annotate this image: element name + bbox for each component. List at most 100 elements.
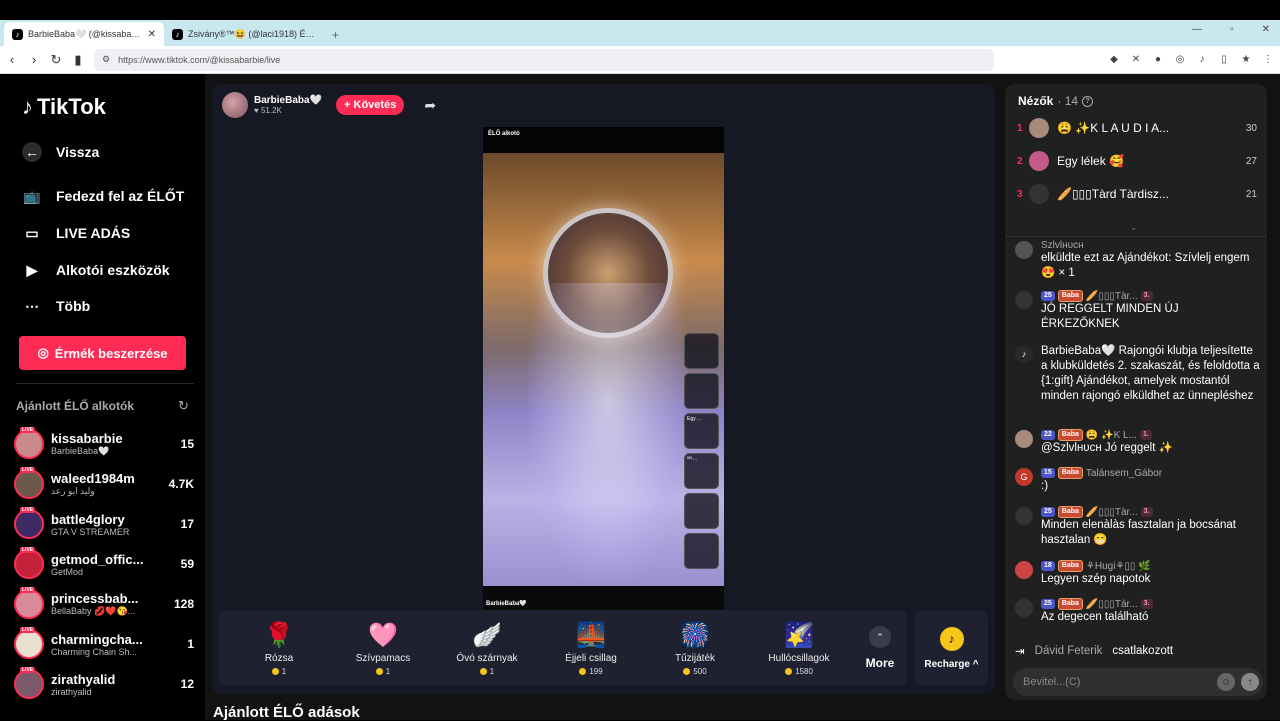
tab-close-icon[interactable]: ✕ bbox=[148, 29, 156, 40]
back-arrow-icon[interactable]: ‹ bbox=[6, 52, 18, 67]
chat-username[interactable]: ⚘Hugi⚘▯▯ 🌿 bbox=[1086, 561, 1151, 572]
host-header: BarbieBaba🤍 ♥ 51.2K + Követés ➦ bbox=[222, 92, 436, 118]
top-viewer[interactable]: 3 🥖▯▯▯Tàrd Tàrdisz... 21 bbox=[1017, 182, 1257, 206]
gift-item[interactable]: 🌹 Rózsa 1 bbox=[227, 620, 331, 677]
minimize-icon[interactable]: — bbox=[1192, 24, 1202, 35]
back-button[interactable]: ← Vissza bbox=[22, 142, 99, 162]
chat-username[interactable]: Szlvlнυcн bbox=[1041, 240, 1260, 251]
chat-input[interactable]: Bevitel...(C) ☺ ↑ bbox=[1013, 668, 1263, 696]
gift-price-value: 1580 bbox=[795, 667, 813, 676]
joined-username[interactable]: Dávid Feterik bbox=[1035, 645, 1103, 657]
avatar: LIVE bbox=[14, 667, 44, 699]
nav-label: Fedezd fel az ÉLŐT bbox=[56, 188, 185, 204]
nav-explore-live[interactable]: 📺 Fedezd fel az ÉLŐT bbox=[22, 186, 184, 206]
gift-name: Rózsa bbox=[264, 653, 294, 664]
mini-gift-card[interactable] bbox=[684, 373, 719, 409]
chat-panel: Nézők · 14 ? 1 😩 ✨K L A U D I A... 30 2 … bbox=[1005, 84, 1267, 700]
expand-chevron-icon[interactable]: ⌄ bbox=[1130, 222, 1138, 233]
gift-item[interactable]: 🩷 Szívpamacs 1 bbox=[331, 620, 435, 677]
chat-text: BarbieBaba🤍 Rajongói klubja teljesítette… bbox=[1041, 345, 1260, 402]
site-settings-icon[interactable]: ⚙ bbox=[102, 54, 110, 65]
browser-tab-active[interactable]: ♪ BarbieBaba🤍 (@kissabarbie ✕ bbox=[4, 22, 164, 46]
avatar bbox=[1015, 561, 1033, 579]
extension-icon[interactable]: ● bbox=[1152, 54, 1164, 65]
address-toolbar: ‹ › ↻ ▮ ⚙ https://www.tiktok.com/@kissab… bbox=[0, 46, 1280, 74]
mini-gift-card[interactable] bbox=[684, 533, 719, 569]
chat-message: 25 Baba 🥖▯▯▯Tàr... 3. Minden elenàlàs fa… bbox=[1015, 506, 1260, 548]
recommended-creator[interactable]: LIVE kissabarbie BarbieBaba🤍 15 bbox=[14, 426, 194, 462]
address-bar[interactable]: ⚙ https://www.tiktok.com/@kissabarbie/li… bbox=[94, 48, 994, 71]
info-icon[interactable]: ? bbox=[1082, 95, 1094, 107]
fireworks-gift-icon: 🎆 bbox=[680, 621, 710, 649]
get-coins-button[interactable]: ◎ Érmék beszerzése bbox=[19, 336, 186, 370]
coin-icon bbox=[271, 668, 279, 675]
chat-input-placeholder: Bevitel...(C) bbox=[1023, 676, 1081, 688]
chat-message: 25 Baba 🥖▯▯▯Tàr... 3. Az degecen találha… bbox=[1015, 598, 1260, 625]
extension-icon[interactable]: ◆ bbox=[1108, 54, 1120, 65]
viewer-score: 27 bbox=[1245, 155, 1257, 167]
top-viewer[interactable]: 1 😩 ✨K L A U D I A... 30 bbox=[1017, 116, 1257, 140]
nav-creator-tools[interactable]: ▶ Alkotói eszközök bbox=[22, 260, 170, 280]
emoji-icon[interactable]: ☺ bbox=[1217, 673, 1235, 691]
mini-gift-card[interactable] bbox=[684, 493, 719, 529]
live-stream-area: BarbieBaba🤍 ♥ 51.2K + Követés ➦ ÉLŐ alko… bbox=[212, 84, 995, 694]
chat-username[interactable]: Talánsem_Gábor bbox=[1086, 468, 1162, 479]
new-tab-button[interactable]: + bbox=[324, 28, 347, 46]
menu-icon[interactable]: ⋮ bbox=[1262, 54, 1274, 65]
chat-text: Minden elenàlàs fasztalan ja bocsánat ha… bbox=[1041, 519, 1236, 546]
recommended-creator[interactable]: LIVE waleed1984m وليد ابو رعد 4.7K bbox=[14, 466, 194, 502]
viewers-header[interactable]: Nézők · 14 ? bbox=[1018, 94, 1094, 108]
close-window-icon[interactable]: ✕ bbox=[1262, 24, 1270, 35]
mini-gift-card[interactable]: Egy ... bbox=[684, 413, 719, 449]
host-avatar[interactable] bbox=[222, 92, 248, 118]
extension-icon[interactable]: ▯ bbox=[1218, 54, 1230, 65]
gift-name: Szívpamacs bbox=[355, 653, 411, 664]
forward-arrow-icon[interactable]: › bbox=[28, 52, 40, 67]
chat-message: G 15 Baba Talánsem_Gábor :) bbox=[1015, 467, 1260, 494]
avatar bbox=[1015, 241, 1033, 259]
chat-username[interactable]: 🥖▯▯▯Tàr... bbox=[1086, 599, 1138, 610]
viewer-name: 🥖▯▯▯Tàrd Tàrdisz... bbox=[1057, 187, 1169, 201]
follow-button[interactable]: + Követés bbox=[336, 95, 405, 115]
gift-item[interactable]: 🪽 Óvó szárnyak 1 bbox=[435, 620, 539, 677]
more-gifts-button[interactable]: ⌃ More bbox=[855, 626, 905, 670]
send-arrow-icon[interactable]: ↑ bbox=[1241, 673, 1259, 691]
extension-icon[interactable]: ✕ bbox=[1130, 54, 1142, 65]
extension-icon[interactable]: ★ bbox=[1240, 54, 1252, 65]
mini-gift-card[interactable] bbox=[684, 333, 719, 369]
maximize-icon[interactable]: ▫ bbox=[1230, 24, 1234, 35]
extension-icon[interactable]: ♪ bbox=[1196, 54, 1208, 65]
recommended-creator[interactable]: LIVE getmod_offic... GetMod 59 bbox=[14, 546, 194, 582]
recommended-creator[interactable]: LIVE battle4glory GTA V STREAMER 17 bbox=[14, 506, 194, 542]
mini-gift-card[interactable]: ᴰᴱᴸ... bbox=[684, 453, 719, 489]
extension-icon[interactable]: ◎ bbox=[1174, 54, 1186, 65]
nav-go-live[interactable]: ▭ LIVE ADÁS bbox=[22, 223, 130, 243]
recommended-creator[interactable]: LIVE princessbab... BellaBaby 💋❤️😘... 128 bbox=[14, 586, 194, 622]
chat-username[interactable]: 🥖▯▯▯Tàr... bbox=[1086, 291, 1138, 302]
bookmark-icon[interactable]: ▮ bbox=[72, 52, 84, 68]
coin-icon bbox=[375, 668, 383, 675]
arrow-left-icon: ← bbox=[22, 142, 42, 162]
avatar: LIVE bbox=[14, 427, 44, 459]
gift-item[interactable]: 🌠 Hullócsillagok 1580 bbox=[747, 620, 851, 677]
gift-item[interactable]: 🎆 Tűzijáték 500 bbox=[643, 620, 747, 677]
creator-nickname: Charming Chain Sh... bbox=[51, 646, 138, 657]
nav-more[interactable]: ⋯ Több bbox=[22, 296, 90, 316]
chat-username[interactable]: 🥖▯▯▯Tàr... bbox=[1086, 507, 1138, 518]
browser-tab[interactable]: ♪ Zsivány®™😆 (@laci1918) ÉLŐ adás bbox=[164, 22, 324, 46]
recharge-button[interactable]: ♪ Recharge ^ bbox=[915, 610, 988, 686]
gift-item[interactable]: 🌉 Éjjeli csillag 199 bbox=[539, 620, 643, 677]
live-video[interactable]: ÉLŐ alkotó Egy ... ᴰᴱᴸ... BarbieBaba🤍 bbox=[483, 127, 724, 610]
gift-price: 500 bbox=[683, 667, 707, 676]
top-viewer[interactable]: 2 Egy lélek 🥰 27 bbox=[1017, 149, 1257, 173]
video-veil bbox=[528, 283, 688, 583]
host-name[interactable]: BarbieBaba🤍 bbox=[254, 95, 322, 106]
refresh-icon[interactable]: ↻ bbox=[178, 398, 189, 414]
recommended-creator[interactable]: LIVE zirathyalid zirathyalid 12 bbox=[14, 666, 194, 702]
tiktok-live-page: ♪ TikTok ← Vissza 📺 Fedezd fel az ÉLŐT ▭… bbox=[0, 74, 1280, 721]
tiktok-logo[interactable]: ♪ TikTok bbox=[22, 94, 106, 120]
chat-username[interactable]: 😩 ✨K L... bbox=[1086, 430, 1137, 441]
recommended-creator[interactable]: LIVE charmingcha... Charming Chain Sh... … bbox=[14, 626, 194, 662]
reload-icon[interactable]: ↻ bbox=[50, 52, 62, 68]
share-icon[interactable]: ➦ bbox=[424, 97, 436, 114]
